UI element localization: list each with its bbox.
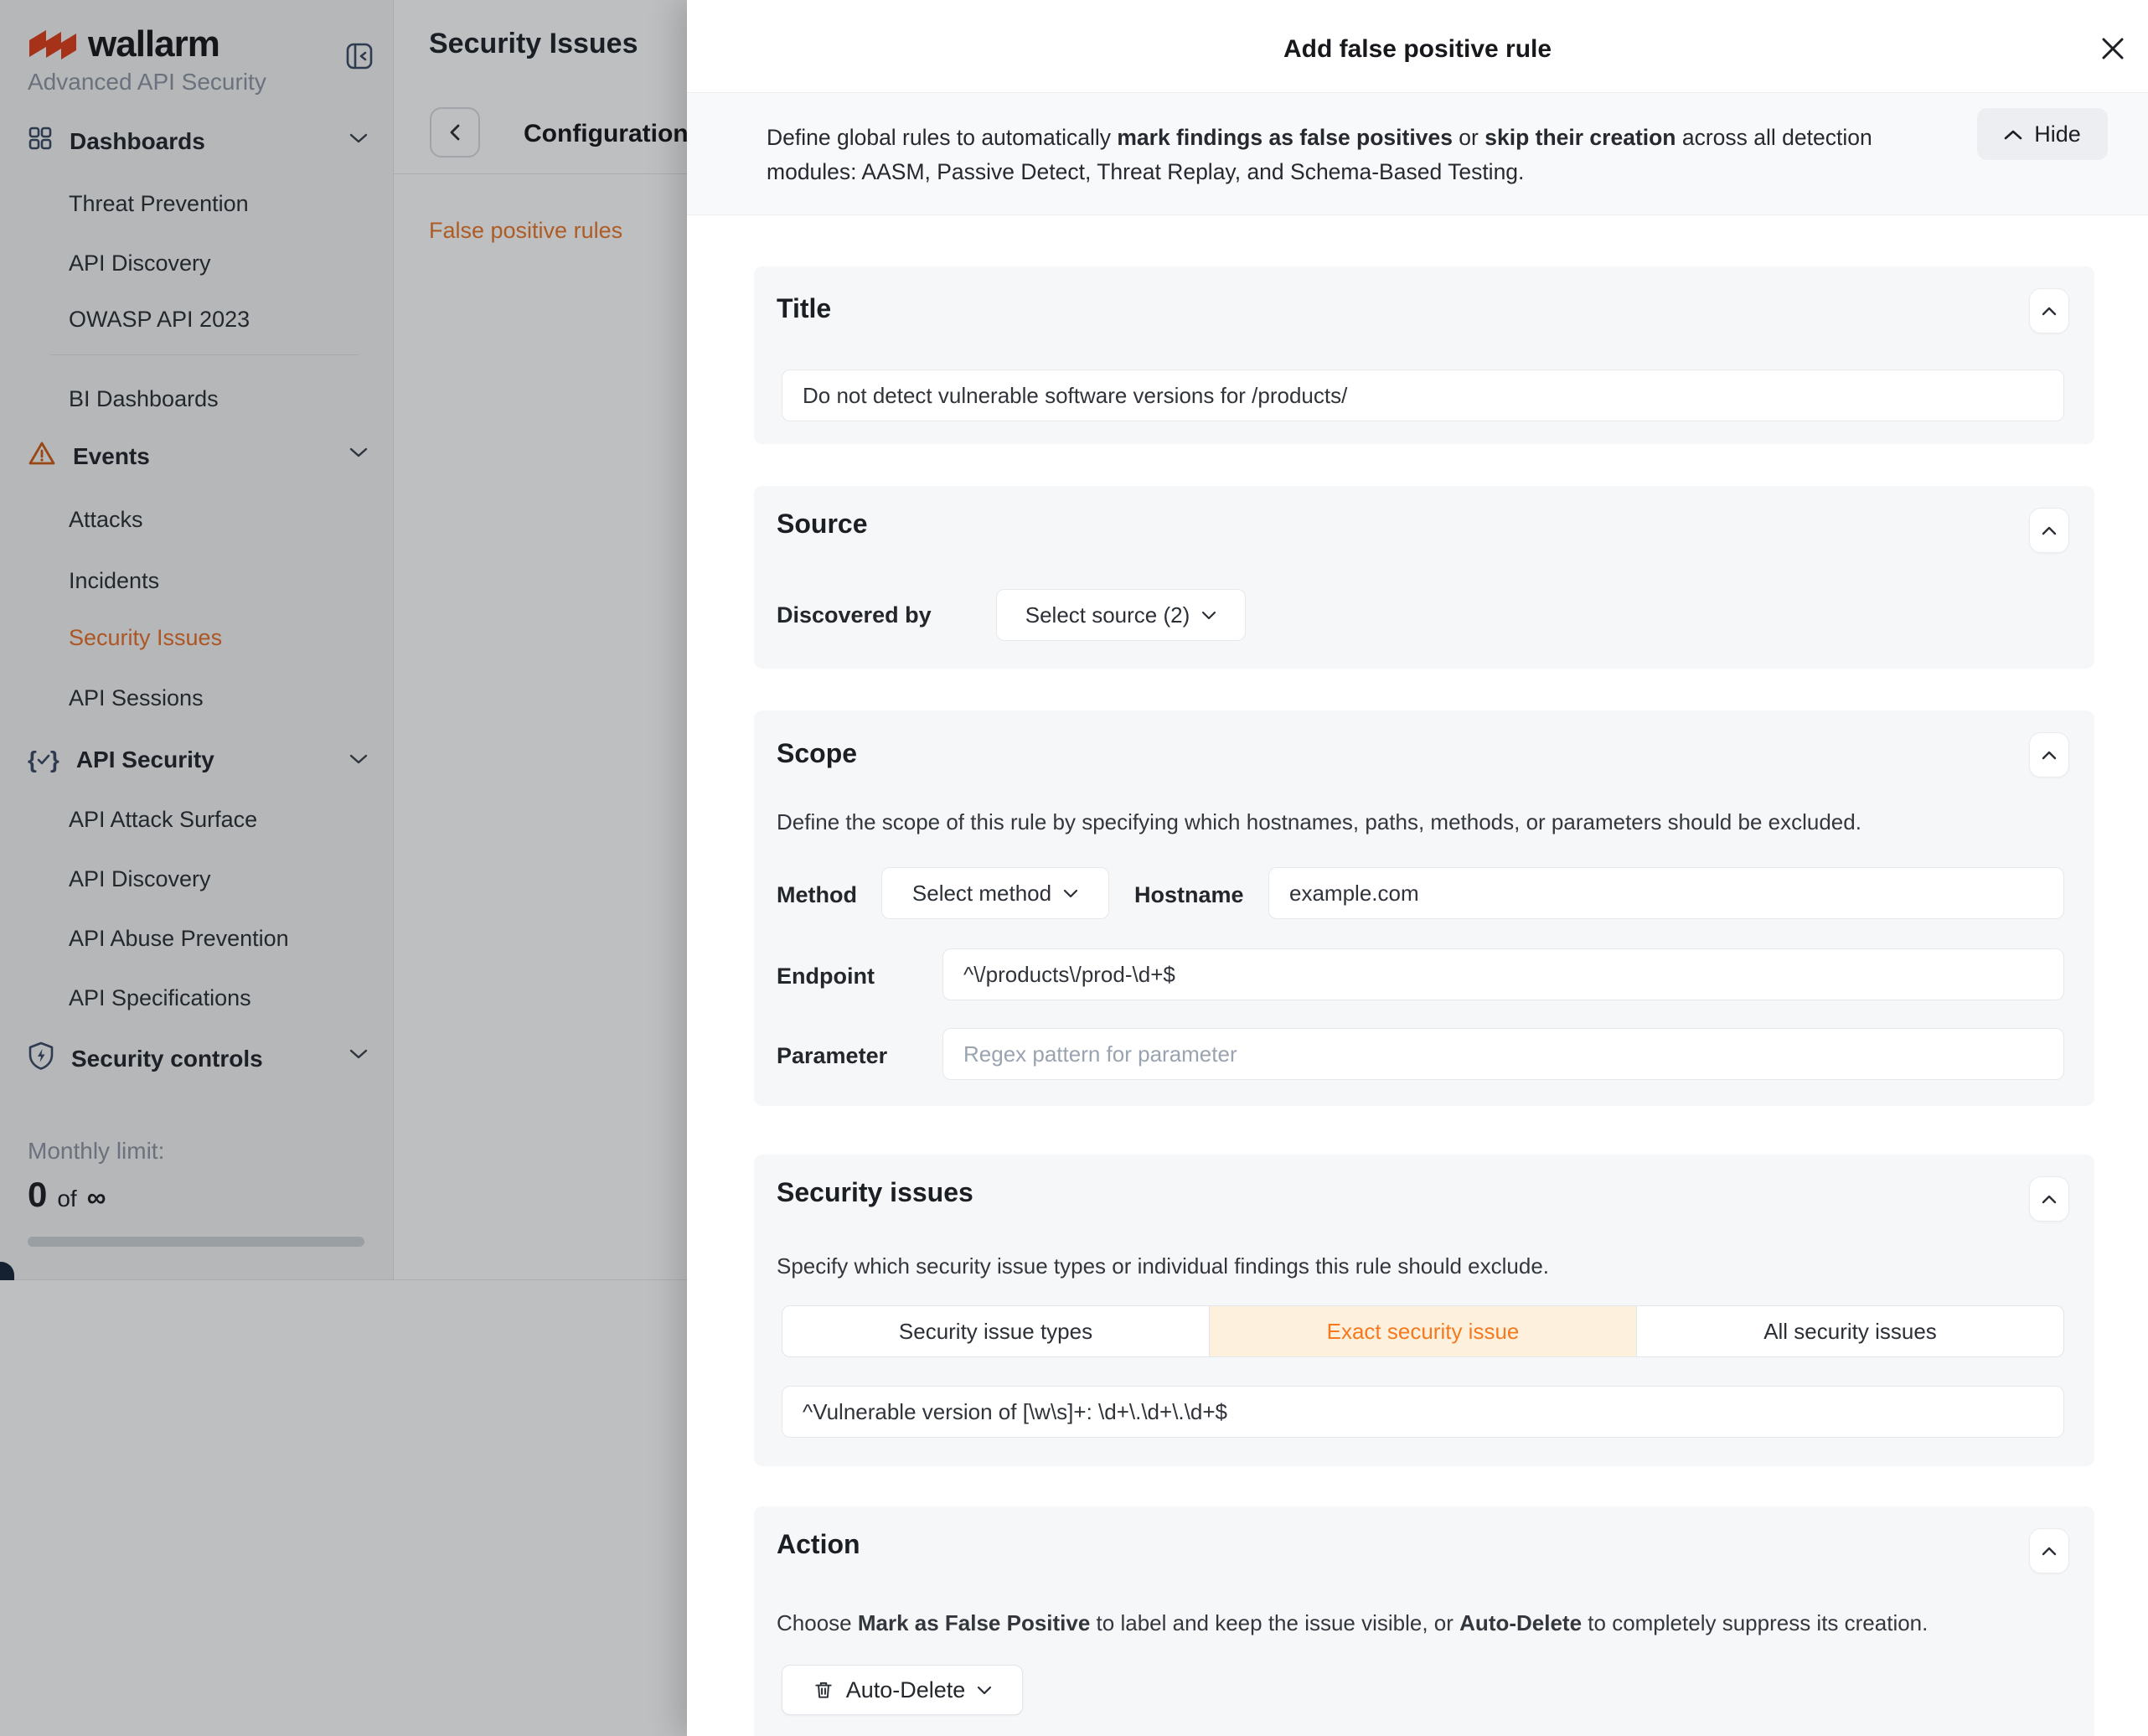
tab-all-security-issues[interactable]: All security issues [1637, 1306, 2063, 1356]
source-section-card: Source Discovered by Select source (2) [754, 486, 2094, 669]
hide-button[interactable]: Hide [1977, 108, 2108, 160]
security-issues-section-card: Security issues Specify which security i… [754, 1155, 2094, 1466]
tab-security-issue-types[interactable]: Security issue types [782, 1306, 1210, 1356]
action-description: Choose Mark as False Positive to label a… [777, 1610, 1928, 1636]
action-section-card: Action Choose Mark as False Positive to … [754, 1506, 2094, 1736]
chevron-up-icon [2042, 1547, 2057, 1556]
trash-icon [813, 1679, 834, 1701]
source-section-heading: Source [777, 509, 867, 540]
scope-section-card: Scope Define the scope of this rule by s… [754, 710, 2094, 1106]
chevron-up-icon [2042, 1195, 2057, 1204]
hide-label: Hide [2034, 121, 2081, 147]
select-method-dropdown[interactable]: Select method [881, 867, 1109, 919]
drawer-description: Define global rules to automatically mar… [767, 121, 1914, 189]
chevron-up-icon [2004, 129, 2022, 140]
collapse-source-button[interactable] [2029, 508, 2069, 553]
parameter-input[interactable] [942, 1028, 2064, 1080]
select-source-dropdown[interactable]: Select source (2) [996, 589, 1246, 641]
chevron-up-icon [2042, 307, 2057, 316]
auto-delete-label: Auto-Delete [846, 1677, 966, 1703]
chevron-up-icon [2042, 526, 2057, 535]
security-issues-description: Specify which security issue types or in… [777, 1253, 1549, 1279]
hostname-input[interactable] [1268, 867, 2064, 919]
security-issues-tab-group: Security issue types Exact security issu… [782, 1305, 2064, 1357]
discovered-by-label: Discovered by [777, 602, 932, 628]
parameter-label: Parameter [777, 1043, 887, 1069]
title-section-card: Title [754, 266, 2094, 444]
security-issues-heading: Security issues [777, 1177, 973, 1208]
title-input[interactable] [782, 369, 2064, 421]
title-section-heading: Title [777, 293, 831, 324]
add-false-positive-rule-drawer: Add false positive rule Define global ru… [687, 0, 2148, 1736]
drawer-description-band: Define global rules to automatically mar… [687, 92, 2148, 215]
collapse-security-issues-button[interactable] [2029, 1176, 2069, 1222]
collapse-title-button[interactable] [2029, 288, 2069, 333]
chevron-down-icon [977, 1686, 992, 1695]
hostname-label: Hostname [1134, 882, 1244, 908]
collapse-action-button[interactable] [2029, 1528, 2069, 1573]
scope-section-heading: Scope [777, 738, 857, 769]
modal-overlay[interactable] [0, 0, 687, 1736]
screen: wallarm Advanced API Security Dashboards [0, 0, 2148, 1736]
collapse-scope-button[interactable] [2029, 732, 2069, 778]
chevron-up-icon [2042, 751, 2057, 760]
chevron-down-icon [1063, 889, 1078, 898]
endpoint-label: Endpoint [777, 964, 875, 989]
close-icon[interactable] [2088, 23, 2138, 74]
endpoint-input[interactable] [942, 948, 2064, 1000]
drawer-title: Add false positive rule [687, 35, 2148, 64]
chevron-down-icon [1201, 611, 1216, 620]
action-heading: Action [777, 1529, 860, 1560]
auto-delete-dropdown-button[interactable]: Auto-Delete [782, 1665, 1023, 1715]
method-label: Method [777, 882, 857, 908]
scope-description: Define the scope of this rule by specify… [777, 809, 1861, 835]
tab-exact-security-issue[interactable]: Exact security issue [1210, 1306, 1637, 1356]
exact-security-issue-input[interactable] [782, 1386, 2064, 1438]
